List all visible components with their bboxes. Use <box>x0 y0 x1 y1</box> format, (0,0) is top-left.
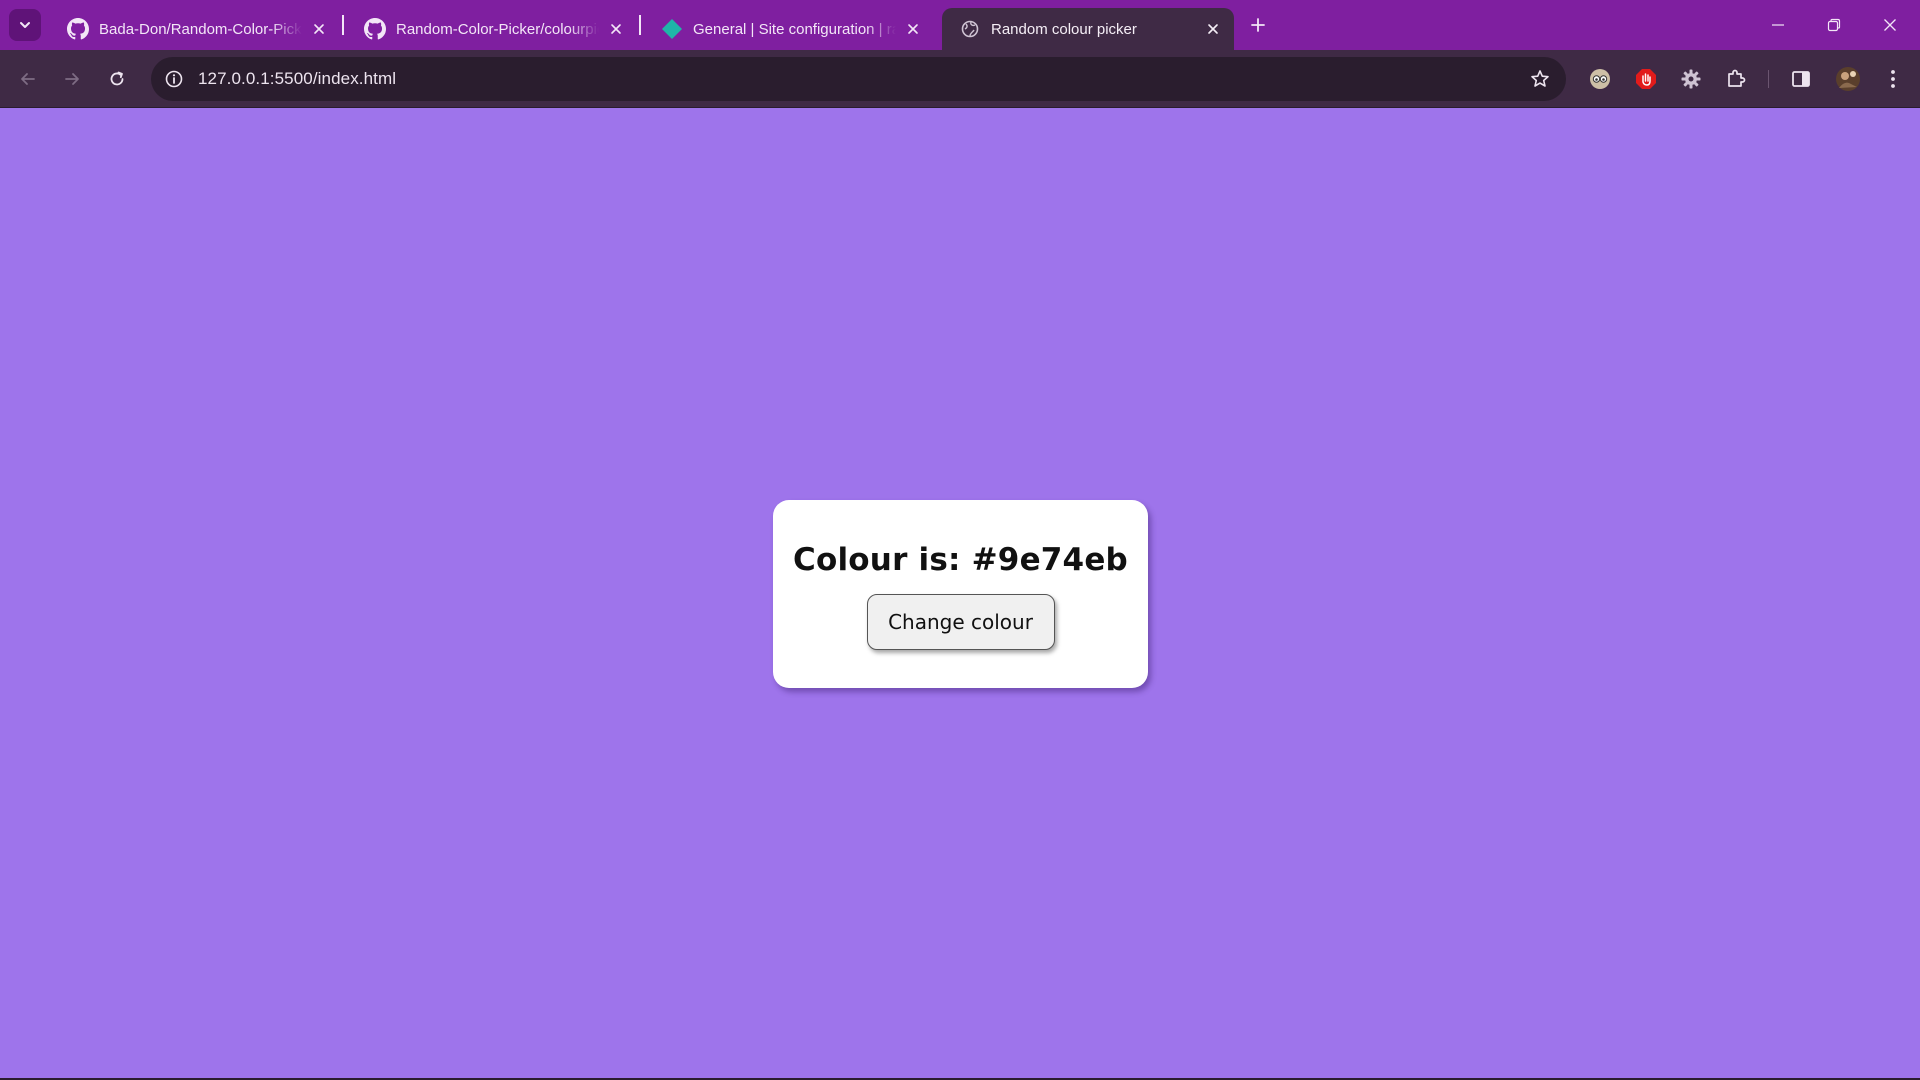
minimize-button[interactable] <box>1750 0 1806 50</box>
browser-toolbar: 127.0.0.1:5500/index.html <box>0 50 1920 108</box>
extensions-puzzle-icon[interactable] <box>1721 64 1751 94</box>
tab-divider <box>639 15 641 35</box>
tab-strip: Bada-Don/Random-Color-Picker Random-Colo… <box>0 0 1920 50</box>
extension-gear-icon[interactable] <box>1676 64 1706 94</box>
restore-button[interactable] <box>1806 0 1862 50</box>
chevron-down-icon <box>20 22 30 28</box>
tab-title: Bada-Don/Random-Color-Picker <box>99 20 302 38</box>
tab-github-file[interactable]: Random-Color-Picker/colourpicker <box>347 8 637 50</box>
back-button[interactable] <box>10 61 46 97</box>
change-colour-button[interactable]: Change colour <box>866 594 1055 650</box>
colour-card: Colour is: #9e74eb Change colour <box>773 500 1148 688</box>
github-icon <box>67 18 89 40</box>
url-text[interactable]: 127.0.0.1:5500/index.html <box>198 69 396 89</box>
tab-netlify-config[interactable]: General | Site configuration | random <box>644 8 934 50</box>
menu-kebab-icon[interactable] <box>1878 64 1908 94</box>
tab-title: Random colour picker <box>991 20 1137 38</box>
tab-github-repo[interactable]: Bada-Don/Random-Color-Picker <box>50 8 340 50</box>
extension-stop-hand-icon[interactable] <box>1631 64 1661 94</box>
profile-avatar[interactable] <box>1833 64 1863 94</box>
tab-title: Random-Color-Picker/colourpicker <box>396 20 599 38</box>
arrow-right-icon <box>65 73 79 85</box>
tab-divider <box>342 15 344 35</box>
tab-title: General | Site configuration | random <box>693 20 896 38</box>
tab-random-colour-picker[interactable]: Random colour picker <box>942 8 1234 50</box>
forward-button[interactable] <box>54 61 90 97</box>
site-info-icon[interactable] <box>159 64 189 94</box>
bookmark-star-icon[interactable] <box>1528 67 1552 91</box>
new-tab-button[interactable] <box>1244 11 1272 39</box>
close-icon[interactable] <box>902 18 924 40</box>
close-icon[interactable] <box>605 18 627 40</box>
tab-search-button[interactable] <box>9 9 41 41</box>
plus-icon <box>1251 18 1265 32</box>
extension-eyes-icon[interactable] <box>1585 64 1615 94</box>
side-panel-icon[interactable] <box>1786 64 1816 94</box>
close-icon <box>1884 19 1896 31</box>
globe-icon <box>959 18 981 40</box>
netlify-icon <box>661 18 683 40</box>
restore-icon <box>1827 18 1841 32</box>
reload-button[interactable] <box>99 61 135 97</box>
github-icon <box>364 18 386 40</box>
reload-icon <box>110 71 124 86</box>
toolbar-divider <box>1768 70 1769 88</box>
arrow-left-icon <box>21 73 35 85</box>
close-icon[interactable] <box>308 18 330 40</box>
address-bar[interactable]: 127.0.0.1:5500/index.html <box>151 57 1566 101</box>
close-icon[interactable] <box>1202 18 1224 40</box>
close-window-button[interactable] <box>1862 0 1918 50</box>
minimize-icon <box>1772 24 1784 26</box>
colour-heading: Colour is: #9e74eb <box>793 542 1128 578</box>
page-viewport: Colour is: #9e74eb Change colour <box>0 109 1920 1080</box>
